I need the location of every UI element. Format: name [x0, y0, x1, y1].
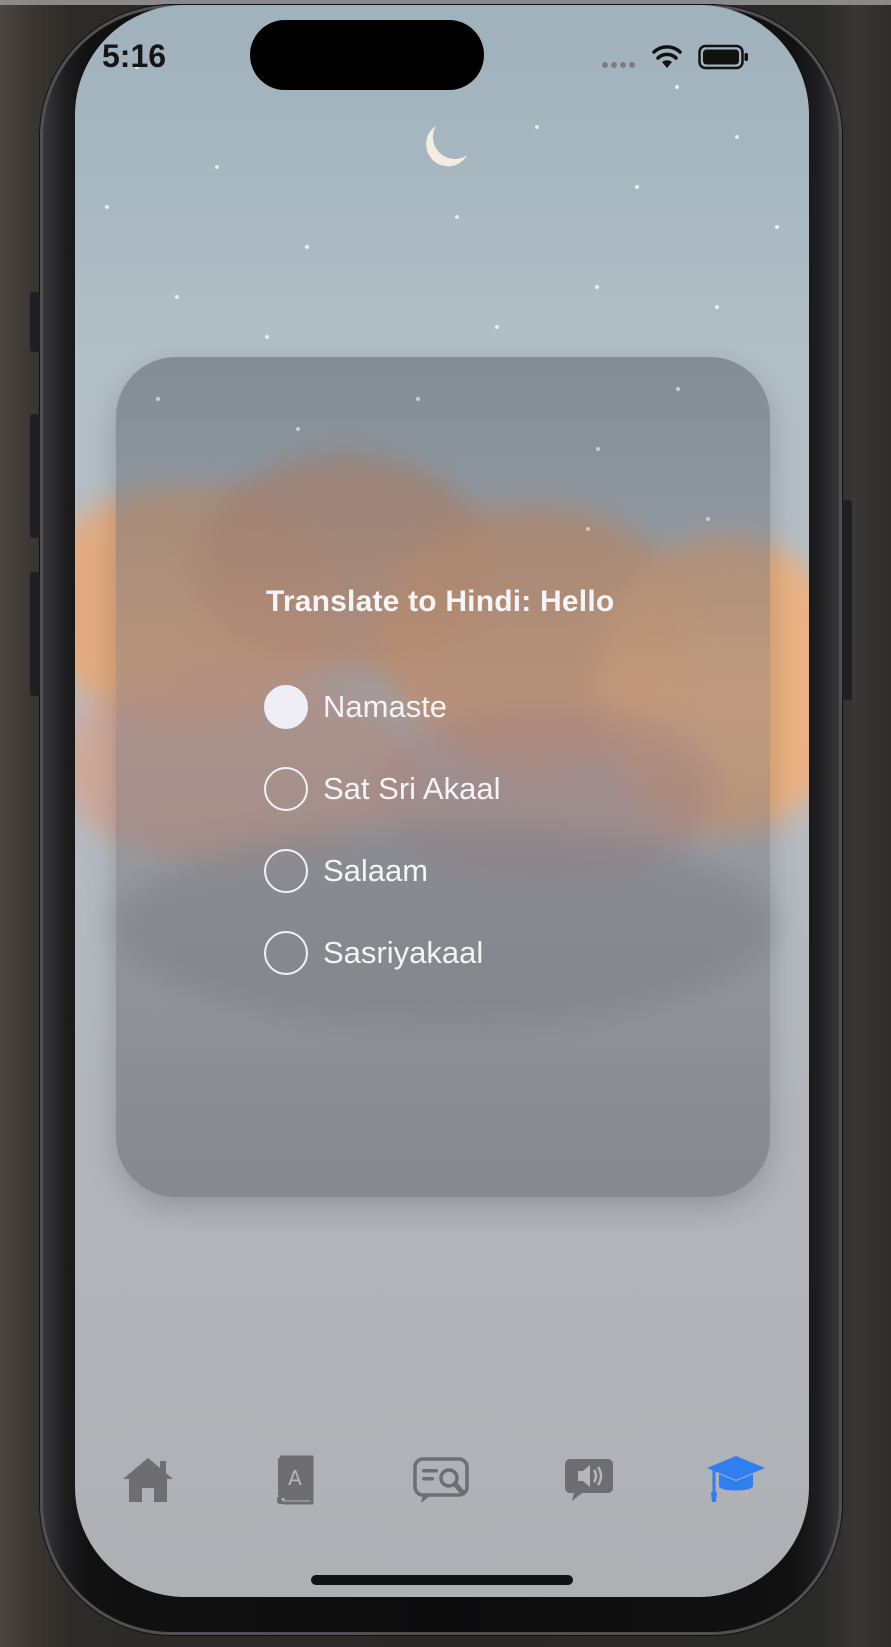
phone-screen: Translate to Hindi: Hello Namaste Sat Sr… [75, 5, 809, 1597]
home-indicator[interactable] [311, 1575, 573, 1585]
radio-button[interactable] [264, 767, 308, 811]
tab-pronunciation[interactable] [554, 1445, 624, 1515]
radio-button[interactable] [264, 849, 308, 893]
phone-action-button [30, 292, 40, 352]
tab-home[interactable] [113, 1445, 183, 1515]
option-sasriyakaal[interactable]: Sasriyakaal [264, 929, 483, 977]
option-label: Sasriyakaal [323, 935, 484, 970]
dictionary-book-icon: A [277, 1455, 314, 1505]
wifi-icon [652, 45, 682, 68]
option-label: Sat Sri Akaal [323, 771, 501, 806]
tab-learn[interactable] [701, 1445, 771, 1515]
option-label: Namaste [323, 689, 448, 724]
quiz-question: Translate to Hindi: Hello [266, 585, 615, 618]
option-sat-sri-akaal[interactable]: Sat Sri Akaal [264, 765, 500, 813]
status-time: 5:16 [102, 38, 167, 74]
phone-volume-down-button [30, 572, 40, 696]
option-salaam[interactable]: Salaam [264, 847, 428, 895]
radio-button[interactable] [264, 931, 308, 975]
search-chat-icon [413, 1457, 469, 1503]
tab-search-chat[interactable] [407, 1445, 477, 1515]
tab-bar: A [75, 1445, 809, 1515]
quiz-card: Translate to Hindi: Hello Namaste Sat Sr… [116, 357, 770, 1197]
option-namaste[interactable]: Namaste [264, 683, 447, 731]
graduation-cap-icon [707, 1456, 765, 1502]
battery-icon [698, 44, 748, 70]
radio-button-selected[interactable] [264, 685, 308, 729]
phone-power-button [842, 500, 852, 700]
tab-dictionary[interactable]: A [260, 1445, 330, 1515]
phone-volume-up-button [30, 414, 40, 538]
dynamic-island [250, 20, 484, 90]
speaker-bubble-icon [565, 1459, 613, 1501]
option-label: Salaam [323, 853, 429, 888]
svg-text:A: A [288, 1466, 302, 1490]
cellular-dots-icon [602, 62, 635, 68]
home-icon [123, 1458, 173, 1502]
